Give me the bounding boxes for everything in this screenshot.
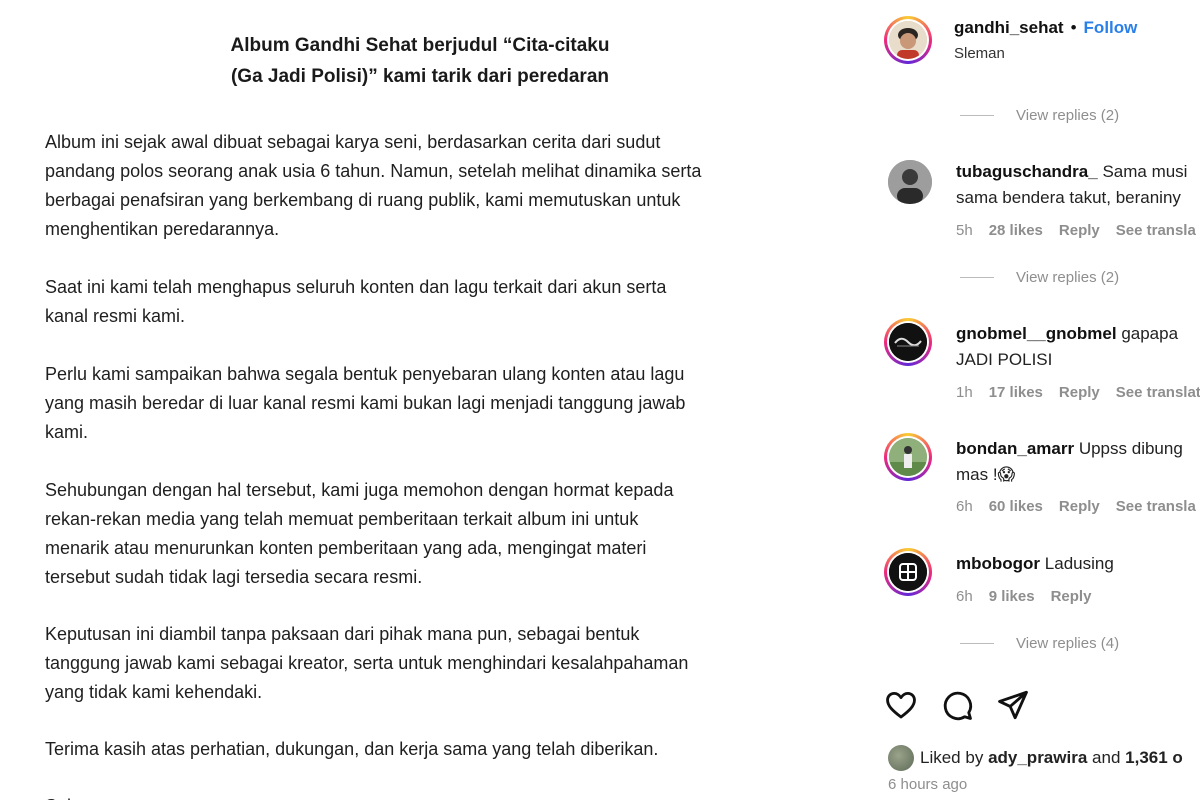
commenter-avatar[interactable] xyxy=(884,433,932,481)
commenter-avatar[interactable] xyxy=(884,548,932,596)
comment-text-cont: mas !😱 xyxy=(956,465,1016,484)
comment-meta: 1h 17 likes Reply See translat xyxy=(956,384,1200,401)
reply-button[interactable]: Reply xyxy=(1051,588,1092,605)
post-line: rekan-rekan media yang telah memuat pemb… xyxy=(45,509,639,529)
comment-line: bondan_amarr Uppss dibung xyxy=(956,437,1183,461)
post-line-cut: Sal xyxy=(45,792,75,800)
comment-text: gapapa xyxy=(1121,324,1179,343)
post-line: Keputusan ini diambil tanpa paksaan dari… xyxy=(45,624,640,644)
comment-line: mbobogor Ladusing xyxy=(956,552,1114,576)
comment-line: gnobmel__gnobmel gapapa xyxy=(956,322,1178,346)
comment-likes[interactable]: 28 likes xyxy=(989,222,1043,239)
post-line: menghentikan peredarannya. xyxy=(45,219,280,239)
post-line: menarik atau menurunkan konten pemberita… xyxy=(45,538,647,558)
post-line: yang tidak kami kehendaki. xyxy=(45,682,263,702)
post-title-line: (Ga Jadi Polisi)” kami tarik dari pereda… xyxy=(230,66,610,87)
post-paragraph: Sehubungan dengan hal tersebut, kami jug… xyxy=(45,476,825,592)
reply-button[interactable]: Reply xyxy=(1059,384,1100,401)
comment-likes[interactable]: 60 likes xyxy=(989,498,1043,515)
post-line: berbagai penafsiran yang berkembang di r… xyxy=(45,190,681,210)
comment-text: Sama musi xyxy=(1102,162,1188,181)
commenter-avatar[interactable] xyxy=(888,160,932,204)
commenter-username[interactable]: gnobmel__gnobmel xyxy=(956,324,1117,343)
comment-time: 5h xyxy=(956,222,973,239)
post-line: kanal resmi kami. xyxy=(45,306,186,326)
liked-by-and: and xyxy=(1092,748,1121,767)
commenter-username[interactable]: tubaguschandra_ xyxy=(956,162,1098,181)
post-line: yang masih beredar di luar kanal resmi k… xyxy=(45,393,686,413)
post-timestamp: 6 hours ago xyxy=(888,776,968,793)
person-avatar-icon xyxy=(889,438,927,476)
comment-text: Uppss dibung xyxy=(1078,439,1183,458)
view-replies-button[interactable]: View replies (2) xyxy=(960,269,1120,286)
post-line: Sehubungan dengan hal tersebut, kami jug… xyxy=(45,480,674,500)
post-paragraph: Keputusan ini diambil tanpa paksaan dari… xyxy=(45,620,825,707)
see-translation-button[interactable]: See translat xyxy=(1116,384,1200,401)
comment-likes[interactable]: 17 likes xyxy=(989,384,1043,401)
comment-meta: 5h 28 likes Reply See transla xyxy=(956,222,1200,239)
liked-by-prefix: Liked by xyxy=(920,748,984,767)
view-replies-label: View replies (4) xyxy=(1016,635,1120,652)
brand-logo-icon xyxy=(889,553,927,591)
view-replies-label: View replies (2) xyxy=(1016,107,1120,124)
likes-summary: Liked by ady_prawira and 1,361 o xyxy=(888,745,1183,771)
reply-button[interactable]: Reply xyxy=(1059,222,1100,239)
comment-time: 6h xyxy=(956,498,973,515)
comment-text: Ladusing xyxy=(1044,554,1114,573)
view-replies-button[interactable]: View replies (2) xyxy=(960,107,1120,124)
comment-meta: 6h 9 likes Reply xyxy=(956,588,1107,605)
location[interactable]: Sleman xyxy=(954,42,1005,66)
post-actions xyxy=(884,688,1030,722)
comment-time: 6h xyxy=(956,588,973,605)
band-logo-icon xyxy=(889,323,927,361)
author-avatar[interactable] xyxy=(884,16,932,64)
post-paragraph: Album ini sejak awal dibuat sebagai kary… xyxy=(45,128,825,244)
post-line: kami. xyxy=(45,422,89,442)
liker-username[interactable]: ady_prawira xyxy=(988,748,1087,768)
post-line: Saat ini kami telah menghapus seluruh ko… xyxy=(45,277,667,297)
post-paragraph: Terima kasih atas perhatian, dukungan, d… xyxy=(45,735,825,764)
comment-text-cont: sama bendera takut, beraniny xyxy=(956,188,1181,207)
reply-button[interactable]: Reply xyxy=(1059,498,1100,515)
post-line: tanggung jawab kami sebagai kreator, ser… xyxy=(45,653,689,673)
send-icon[interactable] xyxy=(996,688,1030,722)
heart-icon[interactable] xyxy=(884,688,918,722)
comment-meta: 6h 60 likes Reply See transla xyxy=(956,498,1200,515)
post-title-line: Album Gandhi Sehat berjudul “Cita-citaku xyxy=(230,35,610,56)
header-separator: • xyxy=(1070,18,1077,37)
reply-divider xyxy=(960,277,994,278)
view-replies-button[interactable]: View replies (4) xyxy=(960,635,1120,652)
person-avatar-icon xyxy=(888,160,932,204)
see-translation-button[interactable]: See transla xyxy=(1116,498,1196,515)
comment-line: tubaguschandra_ Sama musi xyxy=(956,160,1187,184)
comment-likes[interactable]: 9 likes xyxy=(989,588,1035,605)
post-header: gandhi_sehat • Follow xyxy=(954,16,1137,40)
liker-avatar[interactable] xyxy=(888,745,914,771)
see-translation-button[interactable]: See transla xyxy=(1116,222,1196,239)
reply-divider xyxy=(960,643,994,644)
reply-divider xyxy=(960,115,994,116)
author-username[interactable]: gandhi_sehat xyxy=(954,18,1064,37)
post-line: Album ini sejak awal dibuat sebagai kary… xyxy=(45,132,661,152)
child-avatar-icon xyxy=(889,21,927,59)
comment-text-cont: JADI POLISI xyxy=(956,350,1053,369)
commenter-username[interactable]: mbobogor xyxy=(956,554,1040,573)
likes-count[interactable]: 1,361 o xyxy=(1125,748,1183,768)
post-paragraph: Perlu kami sampaikan bahwa segala bentuk… xyxy=(45,360,825,447)
post-line: Terima kasih atas perhatian, dukungan, d… xyxy=(45,739,659,759)
follow-button[interactable]: Follow xyxy=(1084,18,1138,37)
commenter-avatar[interactable] xyxy=(884,318,932,366)
post-title: Album Gandhi Sehat berjudul “Cita-citaku… xyxy=(150,30,690,92)
post-line: tersebut sudah tidak lagi tersedia secar… xyxy=(45,567,423,587)
comment-icon[interactable] xyxy=(940,688,974,722)
post-image: Album Gandhi Sehat berjudul “Cita-citaku… xyxy=(0,0,850,800)
post-line: pandang polos seorang anak usia 6 tahun.… xyxy=(45,161,702,181)
commenter-username[interactable]: bondan_amarr xyxy=(956,439,1074,458)
comment-time: 1h xyxy=(956,384,973,401)
view-replies-label: View replies (2) xyxy=(1016,269,1120,286)
post-line: Perlu kami sampaikan bahwa segala bentuk… xyxy=(45,364,685,384)
comments-panel: gandhi_sehat • Follow Sleman View replies … xyxy=(850,0,1200,800)
post-paragraph: Saat ini kami telah menghapus seluruh ko… xyxy=(45,273,825,331)
